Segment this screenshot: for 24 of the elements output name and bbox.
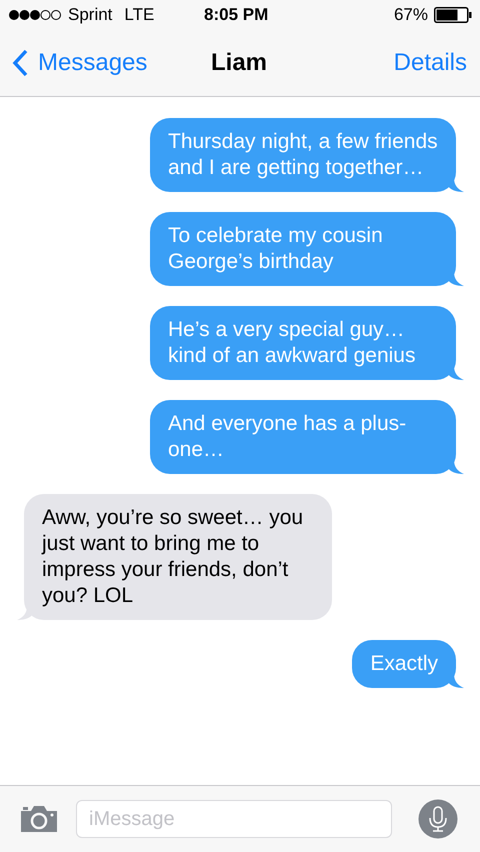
status-time: 8:05 PM (204, 5, 268, 25)
back-button[interactable]: Messages (12, 49, 148, 77)
bubble-tail-icon (448, 178, 464, 192)
bubble-tail-icon (448, 366, 464, 380)
sent-message: He’s a very special guy… kind of an awkward genius (150, 306, 456, 380)
network-type: LTE (124, 5, 154, 25)
signal-icon (8, 9, 62, 21)
bubble-tail-icon (448, 460, 464, 474)
camera-icon[interactable] (20, 805, 58, 833)
sent-message: And everyone has a plus-one… (150, 400, 456, 474)
bubble-tail-icon (448, 272, 464, 286)
details-button[interactable]: Details (394, 49, 467, 77)
chevron-icon (12, 49, 28, 77)
sent-message: Exactly (352, 640, 456, 688)
bubble-tail-icon (448, 674, 464, 688)
sent-message: To celebrate my cousin George’s birthday (150, 212, 456, 286)
received-message: Aww, you’re so sweet… you just want to bring me to impress your friends, don’t you? LOL (24, 494, 332, 620)
message-input[interactable]: iMessage (76, 800, 392, 838)
battery-percent: 67% (394, 5, 428, 25)
contact-name: Liam (211, 49, 268, 77)
microphone-icon[interactable] (418, 799, 458, 839)
carrier-name: Sprint (68, 5, 112, 25)
battery-icon (434, 7, 472, 23)
sent-message: Thursday night, a few friends and I are getting together… (150, 118, 456, 192)
